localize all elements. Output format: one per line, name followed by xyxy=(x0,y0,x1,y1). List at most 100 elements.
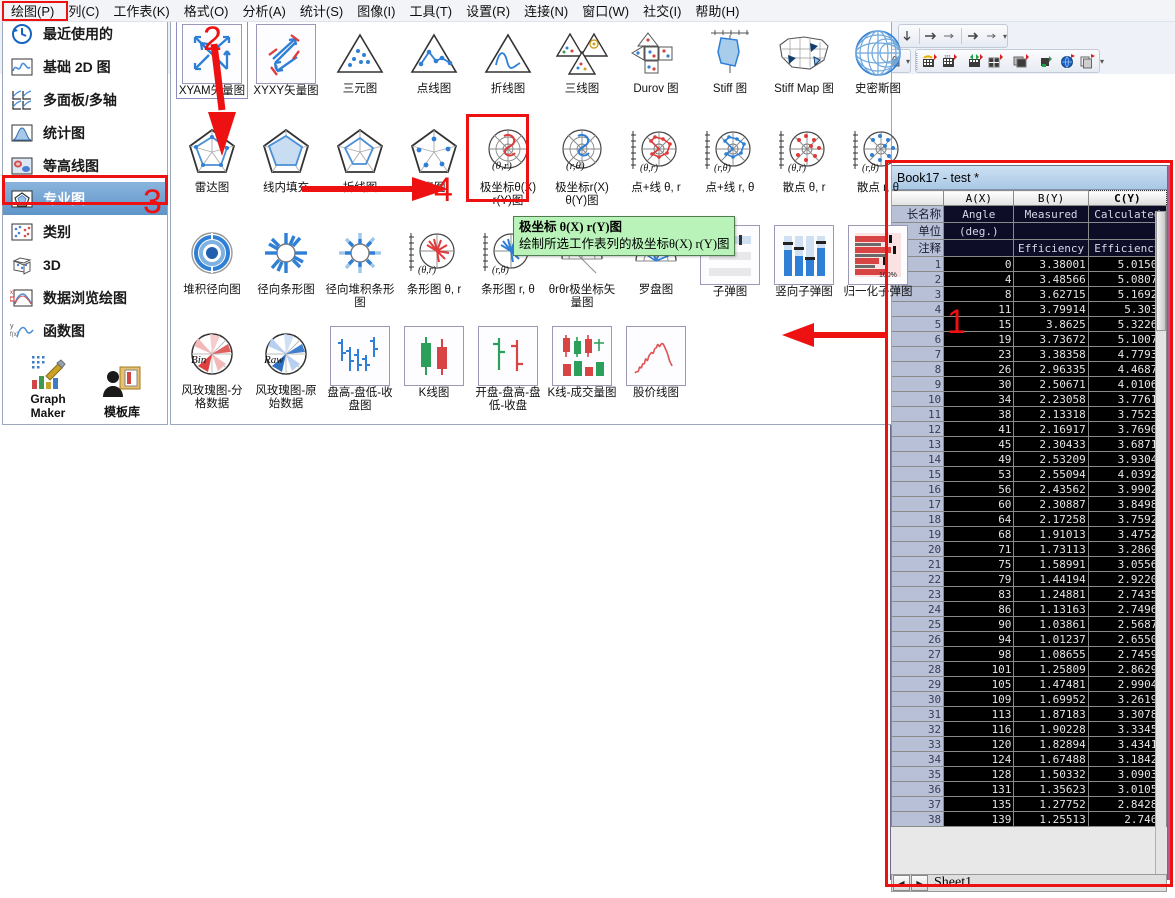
toolbar-arrows[interactable]: ▾ xyxy=(898,24,1008,48)
worksheet-cell[interactable]: 2.30887 xyxy=(1013,496,1089,512)
worksheet-cell[interactable]: 1.50332 xyxy=(1013,766,1089,782)
worksheet-cell[interactable]: 1.69952 xyxy=(1013,691,1089,707)
worksheet-cell[interactable]: 1.82894 xyxy=(1013,736,1089,752)
worksheet-cell[interactable]: 94 xyxy=(943,631,1015,647)
worksheet-meta-cell[interactable]: Efficiency xyxy=(1013,239,1089,257)
sheet-tab-bar[interactable]: ◀ ▶ Sheet1 xyxy=(891,874,1167,892)
worksheet-cell[interactable]: 1.13163 xyxy=(1013,601,1089,617)
worksheet-meta-cell[interactable] xyxy=(943,239,1015,257)
row-header[interactable]: 13 xyxy=(890,436,945,452)
menu-item-format[interactable]: 格式(O) xyxy=(177,0,236,22)
graph-maker-button[interactable]: Graph Maker xyxy=(12,352,84,420)
table-row[interactable]: 30 109 1.69952 3.26195 xyxy=(890,691,1168,707)
duplicate-worksheet-icon[interactable] xyxy=(1013,51,1031,72)
menu-item-column[interactable]: 列(C) xyxy=(61,0,106,22)
worksheet-cell[interactable]: 45 xyxy=(943,436,1015,452)
worksheet-cell[interactable]: 8 xyxy=(943,286,1015,302)
row-header[interactable]: 8 xyxy=(890,361,945,377)
row-header[interactable]: 9 xyxy=(890,376,945,392)
arrow-to-end-icon[interactable] xyxy=(966,26,982,47)
table-row[interactable]: 4 11 3.79914 5.3039 xyxy=(890,301,1168,317)
worksheet-cell[interactable]: 1.73113 xyxy=(1013,541,1089,557)
gallery-item-polar-scatter-theta-r[interactable]: (θ,r) 散点 θ, r xyxy=(769,120,839,208)
table-row[interactable]: 12 41 2.16917 3.76907 xyxy=(890,421,1168,437)
gallery-item-smith-chart[interactable]: 史密斯图 xyxy=(843,21,913,98)
prev-sheet-icon[interactable]: ◀ xyxy=(893,875,910,891)
worksheet-cell[interactable]: 2.53209 xyxy=(1013,451,1089,467)
menu-item-worksheet[interactable]: 工作表(K) xyxy=(106,0,176,22)
gallery-item-polar-bar-theta-r[interactable]: (θ,r) 条形图 θ, r xyxy=(399,222,469,310)
table-row[interactable]: 8 26 2.96335 4.46873 xyxy=(890,361,1168,377)
row-header[interactable]: 37 xyxy=(890,796,945,812)
table-row[interactable]: 22 79 1.44194 2.92202 xyxy=(890,571,1168,587)
table-row[interactable]: 14 49 2.53209 3.93048 xyxy=(890,451,1168,467)
worksheet-cell[interactable]: 2.16917 xyxy=(1013,421,1089,437)
table-row[interactable]: 1 0 3.38001 5.01509 xyxy=(890,256,1168,272)
worksheet-cell[interactable]: 120 xyxy=(943,736,1015,752)
sidebar-item-contour[interactable]: 等高线图 xyxy=(3,149,167,182)
worksheet-cell[interactable]: 3.73672 xyxy=(1013,331,1089,347)
table-row[interactable]: 13 45 2.30433 3.68714 xyxy=(890,436,1168,452)
worksheet-cell[interactable]: 1.87183 xyxy=(1013,706,1089,722)
table-row[interactable]: 3 8 3.62715 5.16929 xyxy=(890,286,1168,302)
worksheet-cell[interactable]: 2.96335 xyxy=(1013,361,1089,377)
worksheet-cell[interactable]: 56 xyxy=(943,481,1015,497)
gallery-item-normalized-bullet-chart[interactable]: 100% 归一化子弹图 xyxy=(843,222,913,310)
worksheet-cell[interactable]: 3.8625 xyxy=(1013,316,1089,332)
worksheet-meta-cell[interactable]: Angle xyxy=(943,205,1015,223)
worksheet-cell[interactable]: 1.67488 xyxy=(1013,751,1089,767)
row-header[interactable]: 22 xyxy=(890,571,945,587)
sidebar-item-basic-2d[interactable]: 基础 2D 图 xyxy=(3,50,167,83)
table-row[interactable]: 10 34 2.23058 3.77612 xyxy=(890,391,1168,407)
worksheet-vertical-scrollbar[interactable] xyxy=(1155,211,1166,879)
worksheet-meta-cell[interactable]: (deg.) xyxy=(943,222,1015,240)
row-header[interactable]: 17 xyxy=(890,496,945,512)
worksheet-cell[interactable]: 135 xyxy=(943,796,1015,812)
table-row[interactable]: 29 105 1.47481 2.99047 xyxy=(890,676,1168,692)
menu-item-settings[interactable]: 设置(R) xyxy=(459,0,517,22)
table-row[interactable]: 27 98 1.08655 2.74591 xyxy=(890,646,1168,662)
gallery-item-high-low-close[interactable]: 盘高-盘低-收盘图 xyxy=(325,323,395,413)
worksheet-cell[interactable]: 53 xyxy=(943,466,1015,482)
worksheet-cell[interactable]: 1.35623 xyxy=(1013,781,1089,797)
worksheet-cell[interactable]: 0 xyxy=(943,256,1015,272)
menu-item-image[interactable]: 图像(I) xyxy=(350,0,402,22)
worksheet-cell[interactable]: 1.03861 xyxy=(1013,616,1089,632)
new-workbook-icon[interactable] xyxy=(921,51,939,72)
gallery-item-vertical-bullet-chart[interactable]: 竖向子弹图 xyxy=(769,222,839,310)
worksheet-cell[interactable]: 4 xyxy=(943,271,1015,287)
worksheet-cell[interactable]: 101 xyxy=(943,661,1015,677)
table-row[interactable]: 17 60 2.30887 3.84981 xyxy=(890,496,1168,512)
gallery-item-wind-rose-raw[interactable]: Raw 风玫瑰图-原始数据 xyxy=(251,323,321,413)
menu-item-analysis[interactable]: 分析(A) xyxy=(236,0,293,22)
gallery-item-polar-scatter-r-theta[interactable]: (r,θ) 散点 r, θ xyxy=(843,120,913,208)
worksheet-meta-cell[interactable] xyxy=(1013,222,1089,240)
worksheet-cell[interactable]: 49 xyxy=(943,451,1015,467)
gallery-item-durov[interactable]: Durov 图 xyxy=(621,21,691,98)
gallery-item-stock-line[interactable]: 股价线图 xyxy=(621,323,691,413)
table-row[interactable]: 37 135 1.27752 2.84288 xyxy=(890,796,1168,812)
worksheet-table[interactable]: A(X) B(Y) C(Y) 长名称 Angle Measured Calculate… xyxy=(890,190,1168,827)
worksheet-cell[interactable]: 1.90228 xyxy=(1013,721,1089,737)
toolbar-worksheet-group[interactable]: 121 ▾ xyxy=(915,49,1104,73)
worksheet-cell[interactable]: 98 xyxy=(943,646,1015,662)
worksheet-cell[interactable]: 79 xyxy=(943,571,1015,587)
row-header[interactable]: 6 xyxy=(890,331,945,347)
worksheet-cell[interactable]: 105 xyxy=(943,676,1015,692)
worksheet-cell[interactable]: 1.01237 xyxy=(1013,631,1089,647)
sidebar-item-statistics[interactable]: 统计图 xyxy=(3,116,167,149)
table-row[interactable]: 23 83 1.24881 2.74355 xyxy=(890,586,1168,602)
gallery-item-radar-fill[interactable]: 线内填充 xyxy=(251,120,321,208)
merge-worksheet-icon[interactable] xyxy=(967,51,985,72)
add-column-icon[interactable] xyxy=(1039,51,1057,72)
row-header[interactable]: 33 xyxy=(890,736,945,752)
row-header[interactable]: 27 xyxy=(890,646,945,662)
row-header[interactable]: 24 xyxy=(890,601,945,617)
gallery-item-polar-theta-r[interactable]: (θ,r) 极坐标θ(X) r(Y)图 xyxy=(473,120,543,208)
worksheet-cell[interactable]: 1.91013 xyxy=(1013,526,1089,542)
worksheet-cell[interactable]: 83 xyxy=(943,586,1015,602)
sidebar-item-function-plot[interactable]: y f(x) 函数图 xyxy=(3,314,167,347)
table-row[interactable]: 28 101 1.25809 2.86291 xyxy=(890,661,1168,677)
table-row[interactable]: 11 38 2.13318 3.75231 xyxy=(890,406,1168,422)
table-row[interactable]: 24 86 1.13163 2.74963 xyxy=(890,601,1168,617)
